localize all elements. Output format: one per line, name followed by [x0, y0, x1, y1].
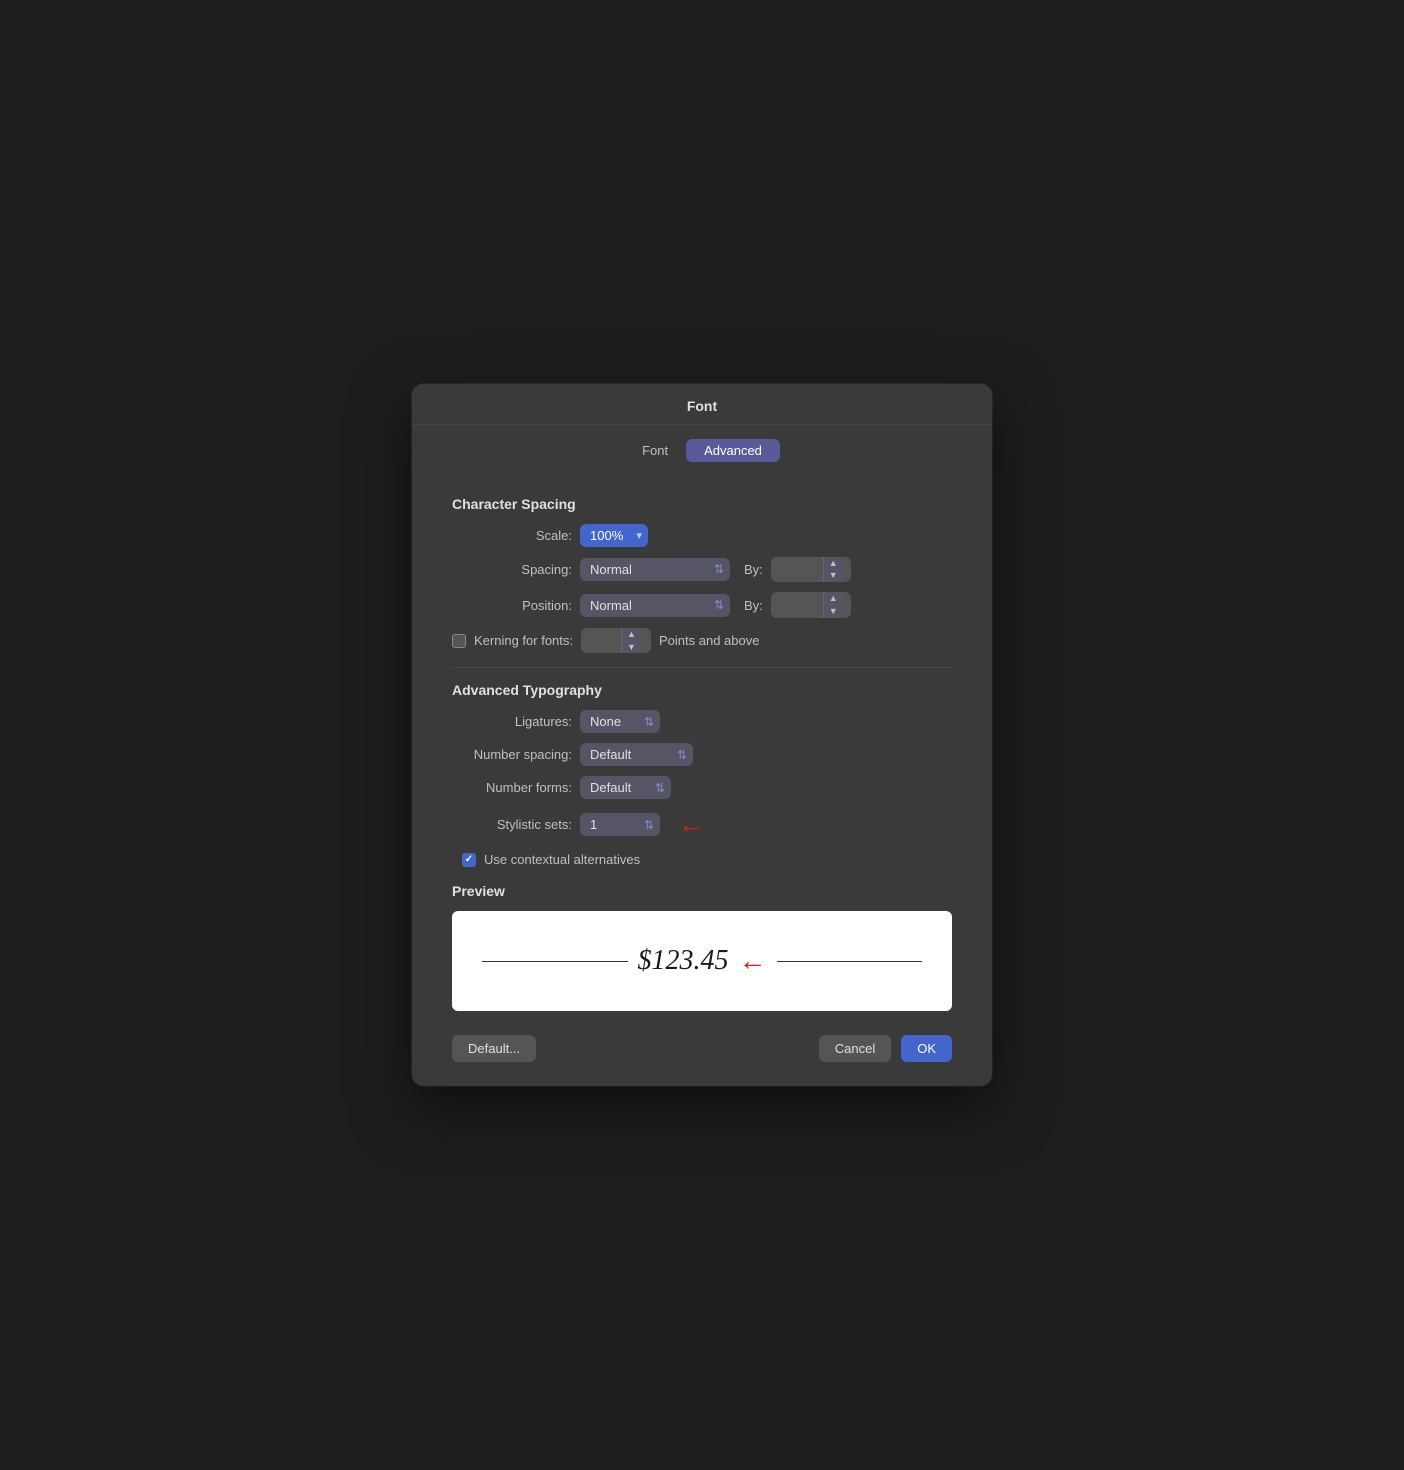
kerning-input[interactable]: [581, 629, 621, 652]
number-spacing-select[interactable]: Default Proportional Monospaced: [580, 743, 693, 766]
kerning-stepper-buttons: ▲ ▼: [621, 628, 641, 654]
position-stepper-input[interactable]: [771, 594, 823, 617]
font-dialog: Font Font Advanced Character Spacing Sca…: [412, 384, 992, 1087]
dialog-content: Character Spacing Scale: 100% 50% 75% 12…: [412, 472, 992, 1022]
spacing-stepper-buttons: ▲ ▼: [823, 557, 843, 583]
tab-font[interactable]: Font: [624, 439, 686, 462]
cancel-button[interactable]: Cancel: [819, 1035, 891, 1062]
kerning-label: Kerning for fonts:: [474, 633, 573, 648]
scale-select[interactable]: 100% 50% 75% 125% 150% 200%: [580, 524, 648, 547]
number-forms-select[interactable]: Default Lining Old Style: [580, 776, 671, 799]
number-spacing-select-wrap: Default Proportional Monospaced ⇅: [580, 743, 693, 766]
stylistic-sets-select-wrap: 1 2 3 4 5 ⇅: [580, 813, 660, 836]
position-decrement-button[interactable]: ▼: [824, 605, 843, 618]
number-spacing-label: Number spacing:: [452, 747, 572, 762]
position-select[interactable]: Normal Raised Lowered Superscript Subscr…: [580, 594, 730, 617]
spacing-select[interactable]: Normal Expanded Condensed: [580, 558, 730, 581]
kerning-decrement-button[interactable]: ▼: [622, 641, 641, 654]
preview-title: Preview: [452, 883, 952, 899]
spacing-by-label: By:: [744, 562, 763, 577]
contextual-row: Use contextual alternatives: [462, 852, 952, 867]
contextual-checkbox[interactable]: [462, 853, 476, 867]
advanced-typography-title: Advanced Typography: [452, 682, 952, 698]
dialog-title: Font: [412, 384, 992, 425]
stylistic-sets-label: Stylistic sets:: [452, 817, 572, 832]
preview-text: $123.45: [638, 945, 729, 977]
stylistic-sets-select[interactable]: 1 2 3 4 5: [580, 813, 660, 836]
contextual-label: Use contextual alternatives: [484, 852, 640, 867]
position-increment-button[interactable]: ▲: [824, 592, 843, 605]
points-above-label: Points and above: [659, 633, 759, 648]
tab-advanced[interactable]: Advanced: [686, 439, 780, 462]
spacing-increment-button[interactable]: ▲: [824, 557, 843, 570]
position-select-wrap: Normal Raised Lowered Superscript Subscr…: [580, 594, 730, 617]
preview-right-line: [777, 961, 923, 963]
position-stepper-buttons: ▲ ▼: [823, 592, 843, 618]
default-button[interactable]: Default...: [452, 1035, 536, 1062]
divider-1: [452, 667, 952, 668]
stylistic-sets-row: Stylistic sets: 1 2 3 4 5 ⇅ ←: [452, 809, 952, 840]
preview-red-arrow-icon: ←: [739, 945, 767, 977]
ligatures-label: Ligatures:: [452, 714, 572, 729]
preview-section: Preview $123.45 ←: [452, 883, 952, 1011]
number-forms-row: Number forms: Default Lining Old Style ⇅: [452, 776, 952, 799]
number-forms-label: Number forms:: [452, 780, 572, 795]
number-forms-select-wrap: Default Lining Old Style ⇅: [580, 776, 671, 799]
kerning-stepper: ▲ ▼: [581, 628, 651, 654]
tab-bar: Font Advanced: [412, 425, 992, 472]
position-stepper: ▲ ▼: [771, 592, 851, 618]
spacing-select-wrap: Normal Expanded Condensed ⇅: [580, 558, 730, 581]
footer-right-buttons: Cancel OK: [819, 1035, 952, 1062]
dialog-footer: Default... Cancel OK: [412, 1021, 992, 1066]
kerning-increment-button[interactable]: ▲: [622, 628, 641, 641]
ligatures-select[interactable]: None Default All: [580, 710, 660, 733]
spacing-decrement-button[interactable]: ▼: [824, 569, 843, 582]
kerning-checkbox[interactable]: [452, 634, 466, 648]
ligatures-row: Ligatures: None Default All ⇅: [452, 710, 952, 733]
position-by-label: By:: [744, 598, 763, 613]
spacing-stepper: ▲ ▼: [771, 557, 851, 583]
preview-box: $123.45 ←: [452, 911, 952, 1011]
preview-left-line: [482, 961, 628, 963]
scale-label: Scale:: [452, 528, 572, 543]
stylistic-sets-red-arrow-icon: ←: [678, 809, 704, 840]
kerning-row: Kerning for fonts: ▲ ▼ Points and above: [452, 628, 952, 654]
number-spacing-row: Number spacing: Default Proportional Mon…: [452, 743, 952, 766]
title-text: Font: [687, 398, 717, 414]
position-label: Position:: [452, 598, 572, 613]
spacing-stepper-input[interactable]: [771, 558, 823, 581]
scale-row: Scale: 100% 50% 75% 125% 150% 200% ▾: [452, 524, 952, 547]
scale-select-wrap: 100% 50% 75% 125% 150% 200% ▾: [580, 524, 648, 547]
ligatures-select-wrap: None Default All ⇅: [580, 710, 660, 733]
ok-button[interactable]: OK: [901, 1035, 952, 1062]
spacing-row: Spacing: Normal Expanded Condensed ⇅ By:…: [452, 557, 952, 583]
character-spacing-title: Character Spacing: [452, 496, 952, 512]
position-row: Position: Normal Raised Lowered Superscr…: [452, 592, 952, 618]
preview-content: $123.45 ←: [452, 945, 952, 977]
spacing-label: Spacing:: [452, 562, 572, 577]
